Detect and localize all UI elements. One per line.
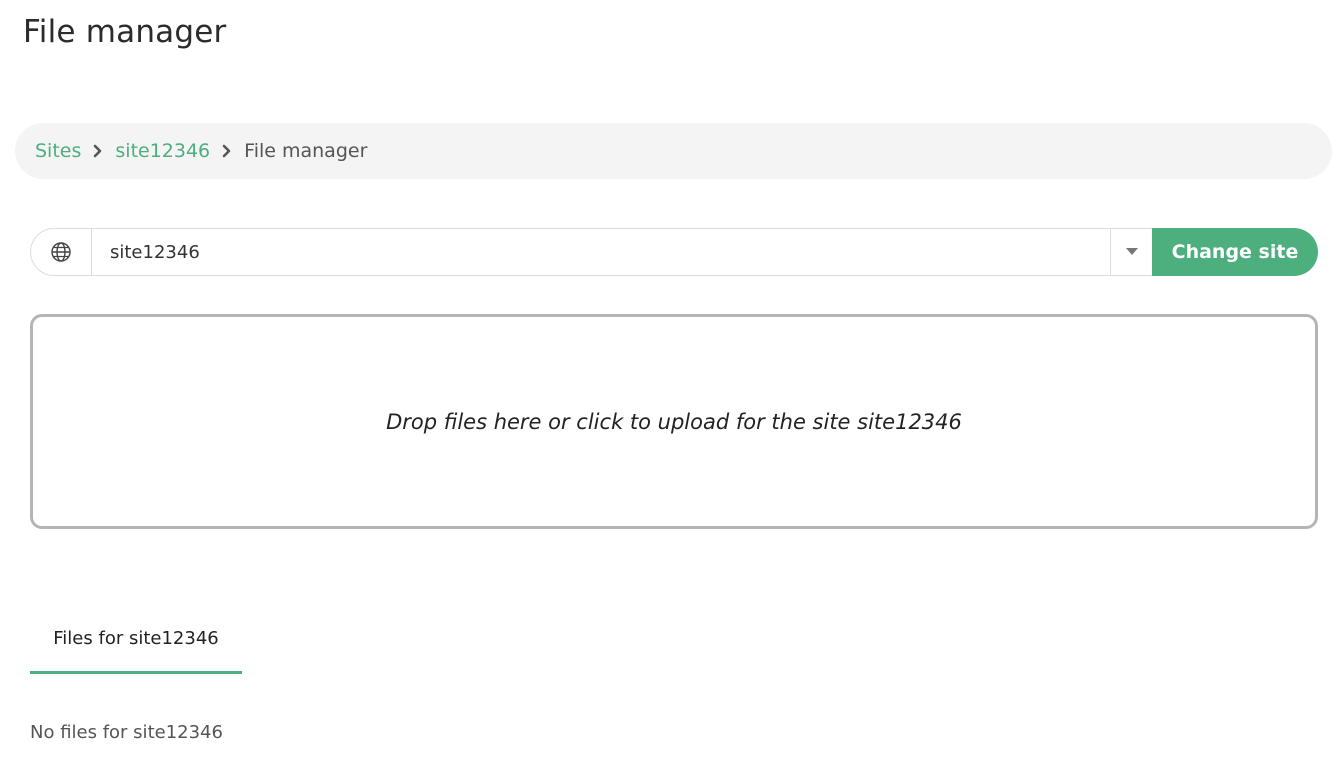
dropzone-text: Drop files here or click to upload for t…: [386, 409, 962, 434]
upload-dropzone[interactable]: Drop files here or click to upload for t…: [30, 314, 1318, 529]
globe-icon: [31, 229, 92, 275]
page-title: File manager: [23, 14, 227, 50]
breadcrumb-link-sites[interactable]: Sites: [35, 140, 81, 162]
breadcrumb: Sites site12346 File manager: [15, 123, 1332, 179]
chevron-right-icon: [81, 141, 115, 161]
empty-files-message: No files for site12346: [30, 722, 223, 743]
site-select-field[interactable]: [30, 228, 1152, 276]
site-selector: Change site: [30, 228, 1318, 276]
change-site-button[interactable]: Change site: [1152, 228, 1318, 276]
tab-files[interactable]: Files for site12346: [30, 610, 242, 674]
breadcrumb-current: File manager: [244, 140, 368, 162]
page: File manager Sites site12346 File manage…: [0, 0, 1344, 768]
tabs: Files for site12346: [30, 610, 1318, 674]
chevron-right-icon: [210, 141, 244, 161]
caret-down-icon[interactable]: [1110, 229, 1152, 275]
site-input[interactable]: [92, 229, 1110, 275]
breadcrumb-link-site[interactable]: site12346: [115, 140, 210, 162]
